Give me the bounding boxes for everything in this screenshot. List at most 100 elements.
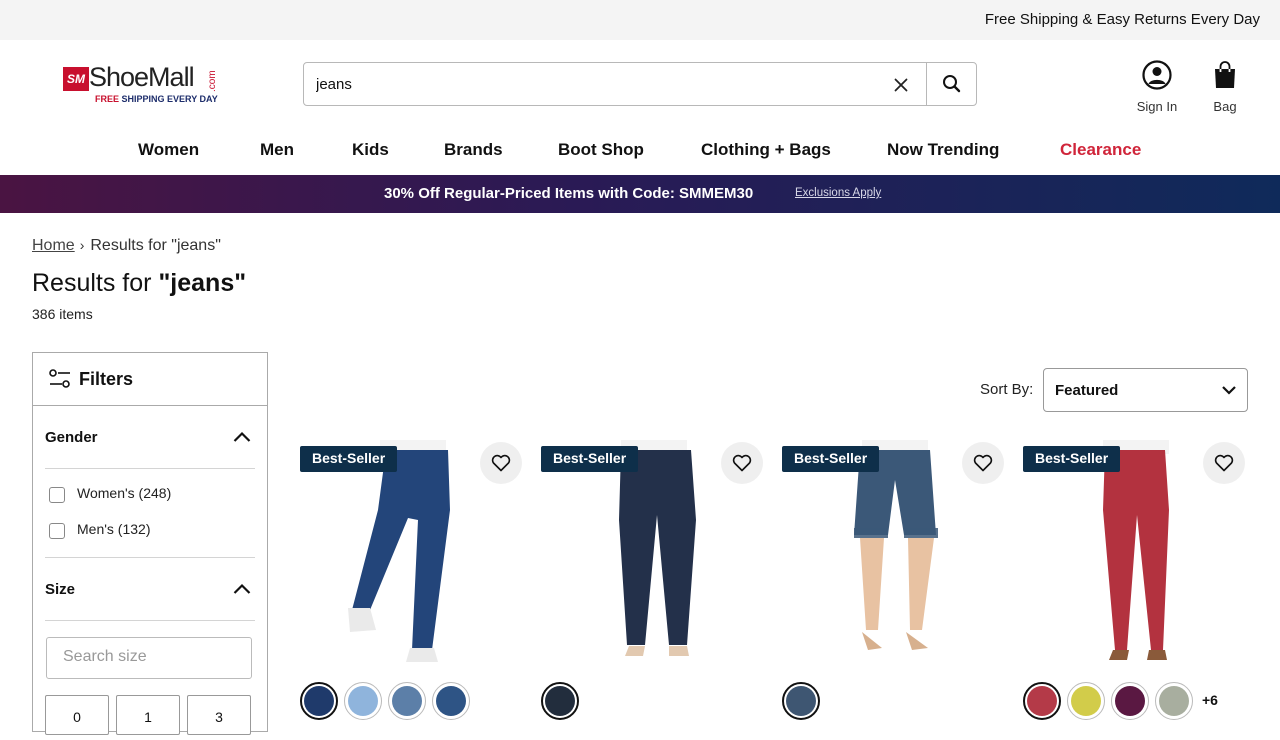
- size-search-box: [46, 637, 252, 679]
- color-swatch[interactable]: [1155, 682, 1193, 720]
- exclusions-link[interactable]: Exclusions Apply: [795, 187, 881, 199]
- color-swatch[interactable]: [1111, 682, 1149, 720]
- divider: [45, 620, 255, 621]
- divider: [45, 557, 255, 558]
- promo-topbar: Free Shipping & Easy Returns Every Day: [0, 0, 1280, 40]
- option-label: Women's (248): [77, 485, 172, 501]
- filters-panel: Filters Gender Women's (248) Men's (132)…: [32, 352, 268, 735]
- nav-clothing-bags[interactable]: Clothing + Bags: [701, 140, 831, 160]
- breadcrumb-separator: ›: [79, 237, 85, 253]
- swatch-color: [348, 686, 378, 716]
- free-shipping-text: Free Shipping & Easy Returns Every Day: [984, 11, 1260, 28]
- add-to-wishlist-button[interactable]: [1203, 442, 1245, 484]
- color-swatch[interactable]: [432, 682, 470, 720]
- nav-men[interactable]: Men: [260, 140, 294, 160]
- color-swatch[interactable]: [541, 682, 579, 720]
- swatch-color: [392, 686, 422, 716]
- option-label: Men's (132): [77, 521, 151, 537]
- color-swatch[interactable]: [388, 682, 426, 720]
- nav-kids[interactable]: Kids: [352, 140, 389, 160]
- add-to-wishlist-button[interactable]: [480, 442, 522, 484]
- color-swatch[interactable]: [344, 682, 382, 720]
- sign-in-link[interactable]: Sign In: [1128, 60, 1186, 114]
- nav-clearance[interactable]: Clearance: [1060, 140, 1141, 160]
- item-count: 386 items: [32, 306, 93, 322]
- heart-icon: [732, 454, 752, 472]
- chevron-up-icon: [233, 583, 251, 594]
- sign-in-label: Sign In: [1136, 99, 1178, 114]
- filters-header: Filters: [33, 353, 267, 406]
- best-seller-badge: Best-Seller: [541, 446, 639, 472]
- nav-boot-shop[interactable]: Boot Shop: [558, 140, 644, 160]
- promo-text: 30% Off Regular-Priced Items with Code: …: [384, 185, 754, 202]
- sort-value: Featured: [1055, 382, 1119, 399]
- search-button[interactable]: [926, 63, 977, 105]
- page-title: Results for "jeans": [32, 269, 247, 297]
- swatch-color: [786, 686, 816, 716]
- bag-link[interactable]: Bag: [1204, 60, 1246, 114]
- add-to-wishlist-button[interactable]: [962, 442, 1004, 484]
- gender-filter-toggle[interactable]: Gender: [45, 429, 255, 449]
- size-search-input[interactable]: [63, 648, 243, 666]
- search-query: "jeans": [158, 269, 247, 297]
- search-box: [303, 62, 977, 106]
- chevron-up-icon: [233, 431, 251, 442]
- size-option[interactable]: 0: [45, 695, 109, 735]
- bag-label: Bag: [1213, 99, 1237, 114]
- best-seller-badge: Best-Seller: [1023, 446, 1121, 472]
- logo-tagline: FREE SHIPPING EVERY DAY: [95, 94, 218, 104]
- product-card[interactable]: Best-Seller: [782, 440, 1006, 740]
- color-swatch[interactable]: [1067, 682, 1105, 720]
- logo-mark: SM: [63, 67, 89, 91]
- swatch-color: [545, 686, 575, 716]
- clear-search-button[interactable]: [890, 74, 912, 96]
- swatch-color: [436, 686, 466, 716]
- heart-icon: [491, 454, 511, 472]
- heart-icon: [1214, 454, 1234, 472]
- color-swatch[interactable]: [1023, 682, 1061, 720]
- chevron-down-icon: [1222, 386, 1236, 395]
- best-seller-badge: Best-Seller: [782, 446, 880, 472]
- filter-sliders-icon: [49, 369, 70, 388]
- search-input[interactable]: [316, 73, 876, 95]
- color-swatch[interactable]: [300, 682, 338, 720]
- product-card[interactable]: Best-Seller: [300, 440, 524, 740]
- breadcrumb-current: Results for "jeans": [90, 237, 221, 254]
- account-icon: [1142, 60, 1172, 90]
- swatch-color: [304, 686, 334, 716]
- checkbox[interactable]: [49, 523, 65, 539]
- main-navigation: Women Men Kids Brands Boot Shop Clothing…: [0, 140, 1280, 166]
- sort-select[interactable]: Featured: [1043, 368, 1248, 412]
- gender-filter-label: Gender: [45, 429, 98, 446]
- sort-label: Sort By:: [980, 381, 1034, 398]
- nav-now-trending[interactable]: Now Trending: [887, 140, 999, 160]
- breadcrumb-home[interactable]: Home: [32, 237, 75, 254]
- promo-banner: 30% Off Regular-Priced Items with Code: …: [0, 175, 1280, 213]
- divider: [45, 468, 255, 469]
- swatch-color: [1071, 686, 1101, 716]
- add-to-wishlist-button[interactable]: [721, 442, 763, 484]
- size-filter-label: Size: [45, 581, 76, 598]
- size-filter-toggle[interactable]: Size: [45, 581, 255, 601]
- search-icon: [943, 75, 961, 93]
- checkbox[interactable]: [49, 487, 65, 503]
- nav-women[interactable]: Women: [138, 140, 199, 160]
- size-option[interactable]: 3: [187, 695, 251, 735]
- close-icon: [894, 78, 908, 92]
- best-seller-badge: Best-Seller: [300, 446, 398, 472]
- filters-title: Filters: [79, 369, 134, 389]
- swatch-color: [1115, 686, 1145, 716]
- shopping-bag-icon: [1215, 61, 1235, 88]
- nav-brands[interactable]: Brands: [444, 140, 503, 160]
- size-option[interactable]: 1: [116, 695, 180, 735]
- shoemall-logo[interactable]: SM ShoeMall .com FREE SHIPPING EVERY DAY: [63, 62, 223, 108]
- heart-icon: [973, 454, 993, 472]
- product-card[interactable]: Best-Seller +6: [1023, 440, 1247, 740]
- swatch-color: [1027, 686, 1057, 716]
- product-card[interactable]: Best-Seller: [541, 440, 765, 740]
- more-colors-count[interactable]: +6: [1202, 692, 1218, 708]
- logo-dotcom: .com: [207, 70, 218, 92]
- breadcrumb: Home › Results for "jeans": [32, 237, 221, 255]
- swatch-color: [1159, 686, 1189, 716]
- color-swatch[interactable]: [782, 682, 820, 720]
